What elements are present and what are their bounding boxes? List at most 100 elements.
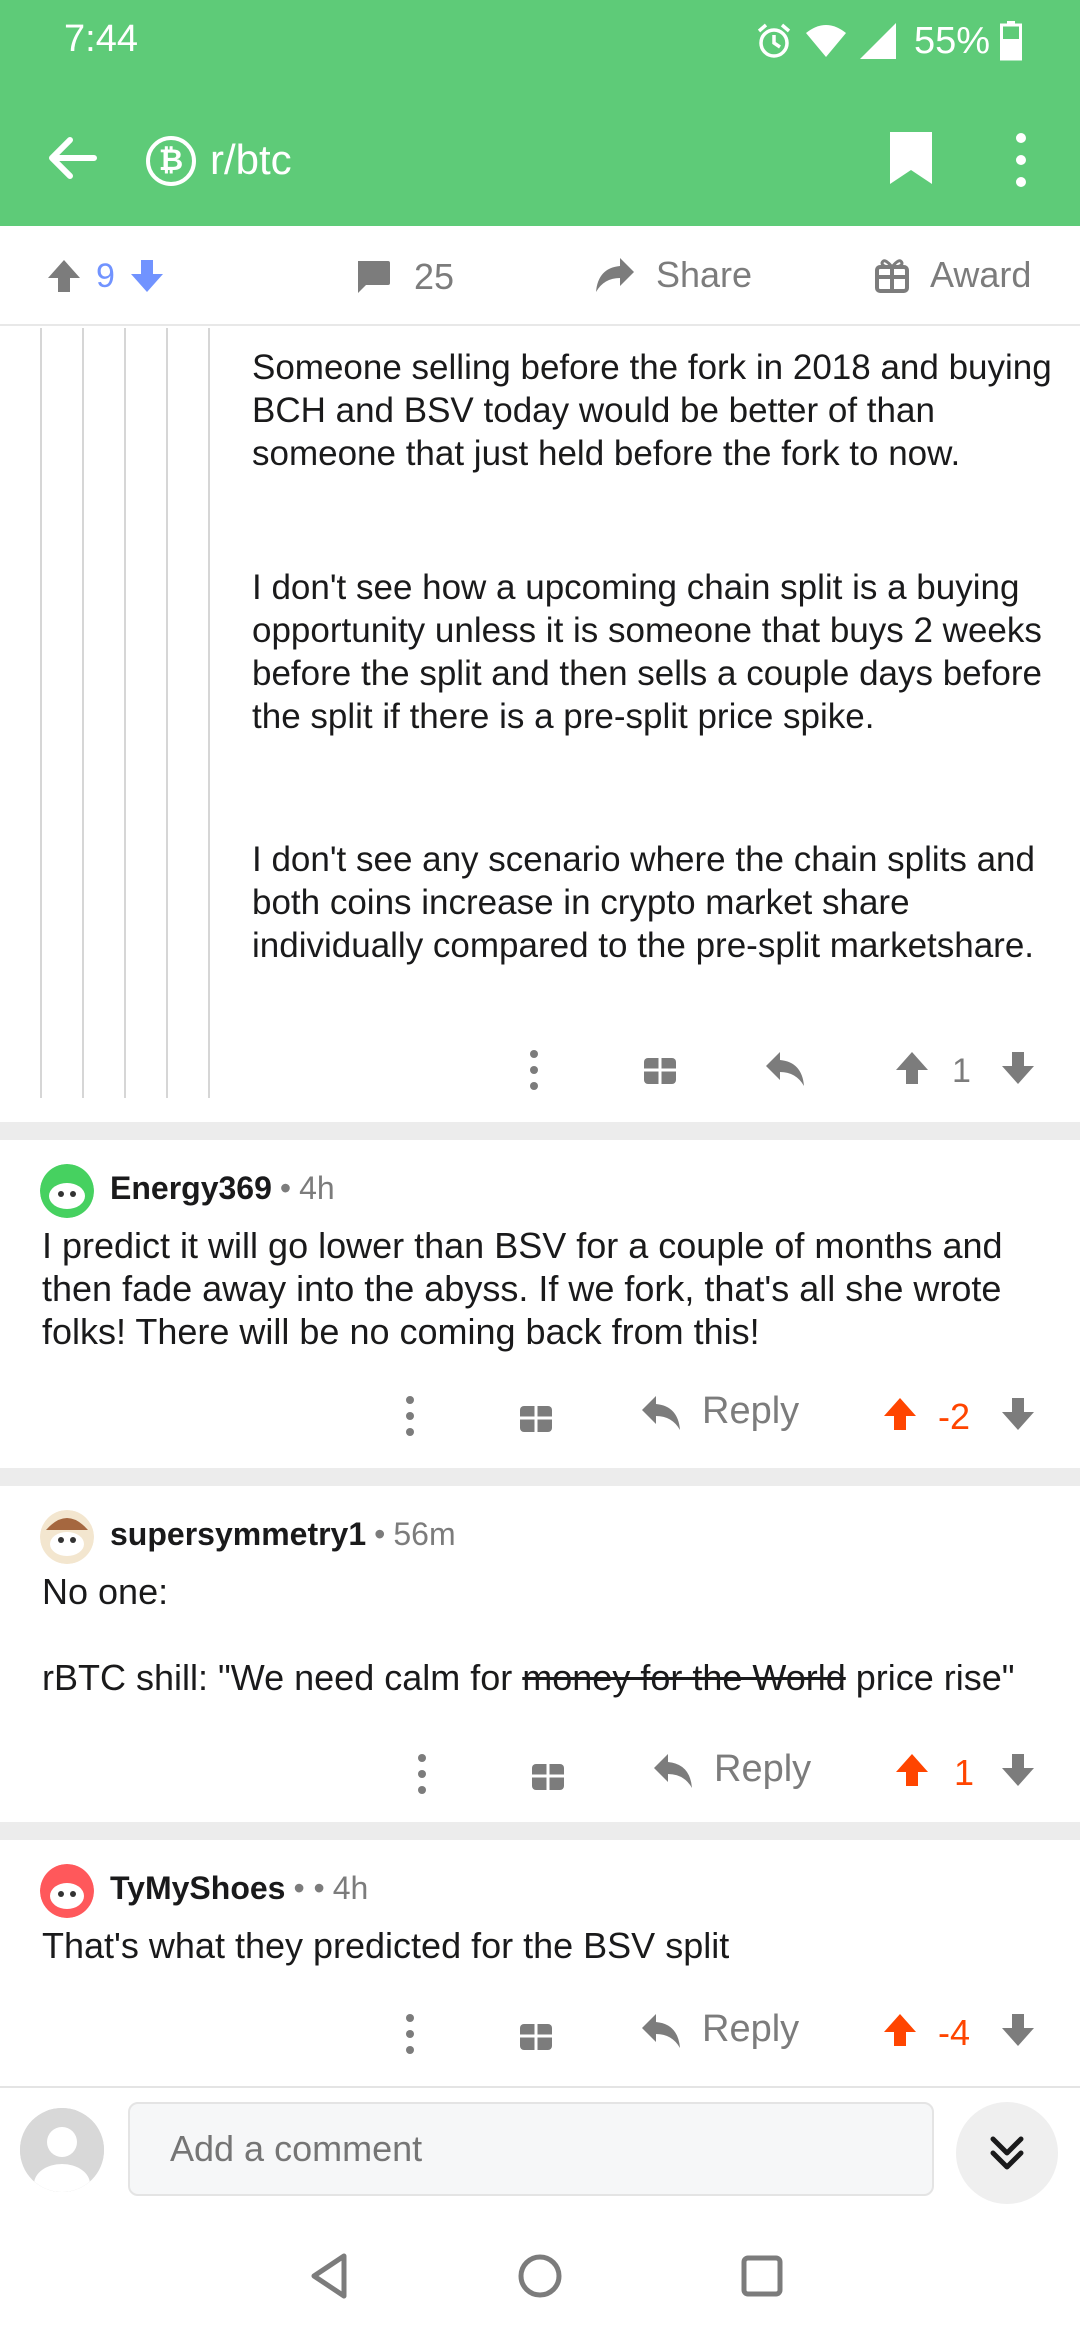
comment-body-line: rBTC shill: "We need calm for money for … — [42, 1656, 1052, 1699]
reply-button[interactable]: Reply — [652, 1748, 811, 1791]
thread-line[interactable] — [166, 328, 168, 1098]
thread-line[interactable] — [82, 328, 84, 1098]
more-vertical-icon[interactable] — [412, 1750, 432, 1798]
battery-icon — [1000, 21, 1022, 61]
comment-paragraph: I don't see how a upcoming chain split i… — [252, 568, 1042, 736]
downvote-icon[interactable] — [998, 1394, 1038, 1434]
post-action-bar: 9 25 Share Award — [0, 226, 1080, 326]
bookmark-icon[interactable] — [886, 128, 936, 188]
comment-score: 1 — [952, 1052, 971, 1090]
downvote-icon[interactable] — [127, 256, 167, 296]
comment-body: That's what they predicted for the BSV s… — [42, 1925, 730, 1966]
comments-count[interactable]: 25 — [354, 256, 454, 298]
reply-icon[interactable] — [764, 1048, 806, 1088]
comment-score: -4 — [938, 2012, 971, 2053]
battery-percent: 55% — [913, 19, 990, 62]
comment-body-line: No one: — [42, 1571, 169, 1612]
recents-nav-icon[interactable] — [732, 2246, 792, 2306]
downvote-icon[interactable] — [998, 1750, 1038, 1790]
divider — [0, 1822, 1080, 1840]
upvote-icon[interactable] — [44, 256, 84, 296]
status-time: 7:44 — [64, 18, 138, 60]
gift-icon[interactable] — [518, 1398, 554, 1434]
strikethrough-text: money for the World — [522, 1657, 846, 1698]
more-vertical-icon[interactable] — [1006, 128, 1036, 192]
comment-meta: Energy369 • 4h — [110, 1170, 335, 1207]
meta-separator: • • — [293, 1870, 325, 1906]
reply-button[interactable]: Reply — [640, 1390, 799, 1433]
reply-icon — [654, 1753, 692, 1788]
comment-body: I predict it will go lower than BSV for … — [42, 1225, 1003, 1352]
comment-meta: TyMyShoes • • 4h — [110, 1870, 368, 1907]
comment: supersymmetry1 • 56m No one: rBTC shill:… — [0, 1486, 1080, 1820]
comment-text: price rise" — [845, 1657, 1015, 1698]
upvote-icon[interactable] — [892, 1750, 932, 1790]
comment-composer — [0, 2086, 1080, 2216]
gift-icon[interactable] — [530, 1756, 566, 1792]
comment: Energy369 • 4h I predict it will go lowe… — [0, 1140, 1080, 1466]
arrow-left-icon[interactable] — [42, 128, 102, 188]
gift-icon[interactable] — [518, 2016, 554, 2052]
back-nav-icon[interactable] — [300, 2246, 360, 2306]
bitcoin-icon[interactable]: ₿ — [146, 136, 196, 186]
reply-icon — [642, 2013, 680, 2048]
comment-meta: supersymmetry1 • 56m — [110, 1516, 456, 1553]
comments-count-label: 25 — [414, 256, 455, 297]
gift-icon — [875, 259, 909, 293]
comment-icon — [358, 261, 390, 293]
comment-paragraph: Someone selling before the fork in 2018 … — [252, 348, 1052, 473]
avatar[interactable] — [40, 1510, 94, 1564]
thread-line[interactable] — [208, 328, 210, 1098]
post-score: 9 — [96, 256, 115, 295]
status-bar: 7:44 55% — [0, 0, 1080, 80]
upvote-icon[interactable] — [880, 2010, 920, 2050]
nested-comment: Someone selling before the fork in 2018 … — [0, 328, 1080, 1120]
comment-author[interactable]: Energy369 — [110, 1170, 272, 1207]
subreddit-name[interactable]: r/btc — [210, 136, 292, 184]
upvote-icon[interactable] — [892, 1048, 932, 1088]
downvote-icon[interactable] — [998, 2010, 1038, 2050]
app-bar: 7:44 55% ₿ r/btc — [0, 0, 1080, 226]
upvote-icon[interactable] — [880, 1394, 920, 1434]
thread-line[interactable] — [40, 328, 42, 1098]
reply-label: Reply — [714, 1748, 812, 1790]
comment-age: 4h — [332, 1870, 369, 1906]
comment-paragraph: I don't see any scenario where the chain… — [252, 840, 1035, 965]
more-vertical-icon[interactable] — [400, 1392, 420, 1440]
comment-author[interactable]: supersymmetry1 — [110, 1516, 366, 1553]
share-button[interactable]: Share — [594, 254, 752, 296]
alarm-icon — [757, 23, 791, 58]
comment-text: rBTC shill: "We need calm for — [42, 1657, 523, 1698]
comment-actions: 1 — [0, 1040, 1080, 1100]
more-vertical-icon[interactable] — [400, 2010, 420, 2058]
comment-age: 56m — [393, 1516, 456, 1552]
thread-line[interactable] — [124, 328, 126, 1098]
comment-author[interactable]: TyMyShoes — [110, 1870, 285, 1907]
wifi-icon — [805, 25, 846, 57]
avatar[interactable] — [40, 1164, 94, 1218]
reply-button[interactable]: Reply — [640, 2008, 799, 2051]
home-nav-icon[interactable] — [510, 2246, 570, 2306]
post-votes: 9 — [44, 256, 167, 296]
share-label: Share — [656, 254, 753, 295]
reply-icon — [642, 1395, 680, 1430]
award-button[interactable]: Award — [874, 254, 1031, 296]
share-icon — [596, 258, 634, 292]
status-icons: 55% — [754, 20, 1022, 62]
divider — [0, 1468, 1080, 1486]
toolbar: ₿ r/btc — [0, 110, 1080, 200]
comment-score: 1 — [954, 1752, 975, 1793]
more-vertical-icon[interactable] — [524, 1046, 544, 1094]
meta-separator: • — [374, 1516, 386, 1552]
downvote-icon[interactable] — [998, 1048, 1038, 1088]
chevron-double-down-icon — [990, 2136, 1024, 2170]
award-label: Award — [930, 254, 1032, 295]
reply-label: Reply — [702, 1390, 800, 1432]
divider — [0, 1122, 1080, 1140]
add-comment-input[interactable] — [128, 2102, 934, 2196]
comment-age: 4h — [299, 1170, 335, 1206]
avatar[interactable] — [40, 1864, 94, 1918]
system-navigation-bar — [0, 2216, 1080, 2340]
collapse-button[interactable] — [956, 2102, 1058, 2204]
gift-icon[interactable] — [642, 1050, 678, 1086]
